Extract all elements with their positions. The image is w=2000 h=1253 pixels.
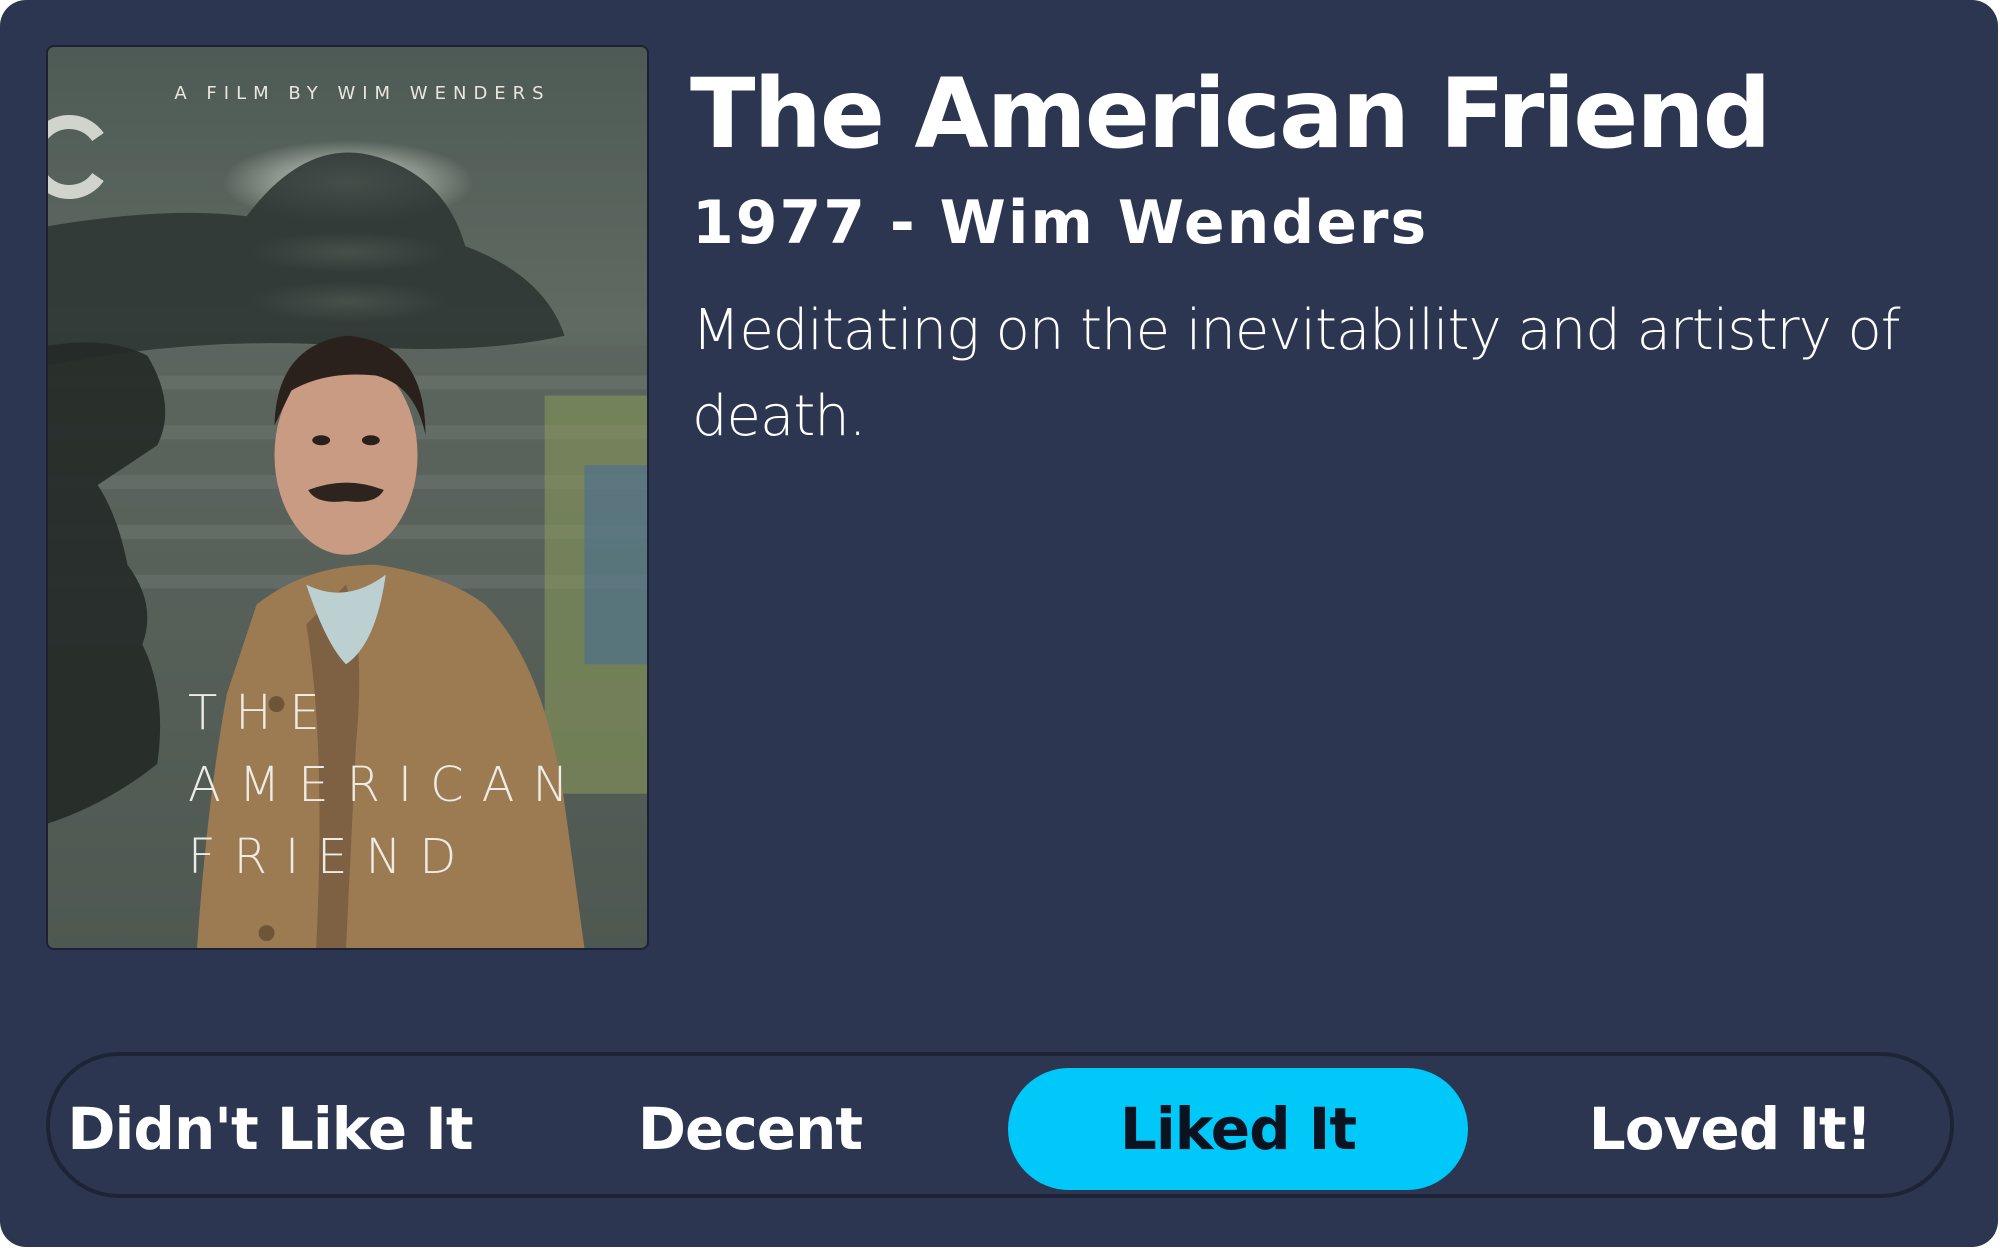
rating-option-decent[interactable]: Decent [610,1068,890,1190]
movie-year-director: 1977 - Wim Wenders [692,188,1429,258]
poster-title: THE AMERICAN FRIEND [188,685,587,885]
movie-poster: A FILM BY WIM WENDERS THE AMERICAN FRIEN… [46,45,649,950]
criterion-logo [48,107,118,207]
rating-option-loved-it[interactable]: Loved It! [1580,1068,1880,1190]
movie-description: Meditating on the inevitability and arti… [692,298,1901,449]
rating-selector: Didn't Like It Decent Liked It Loved It! [46,1052,1954,1198]
movie-title: The American Friend [690,58,1771,170]
poster-credit: A FILM BY WIM WENDERS [174,83,551,104]
movie-card: A FILM BY WIM WENDERS THE AMERICAN FRIEN… [0,0,1998,1247]
rating-option-liked-it[interactable]: Liked It [1008,1068,1468,1190]
rating-option-didnt-like-it[interactable]: Didn't Like It [67,1068,473,1190]
